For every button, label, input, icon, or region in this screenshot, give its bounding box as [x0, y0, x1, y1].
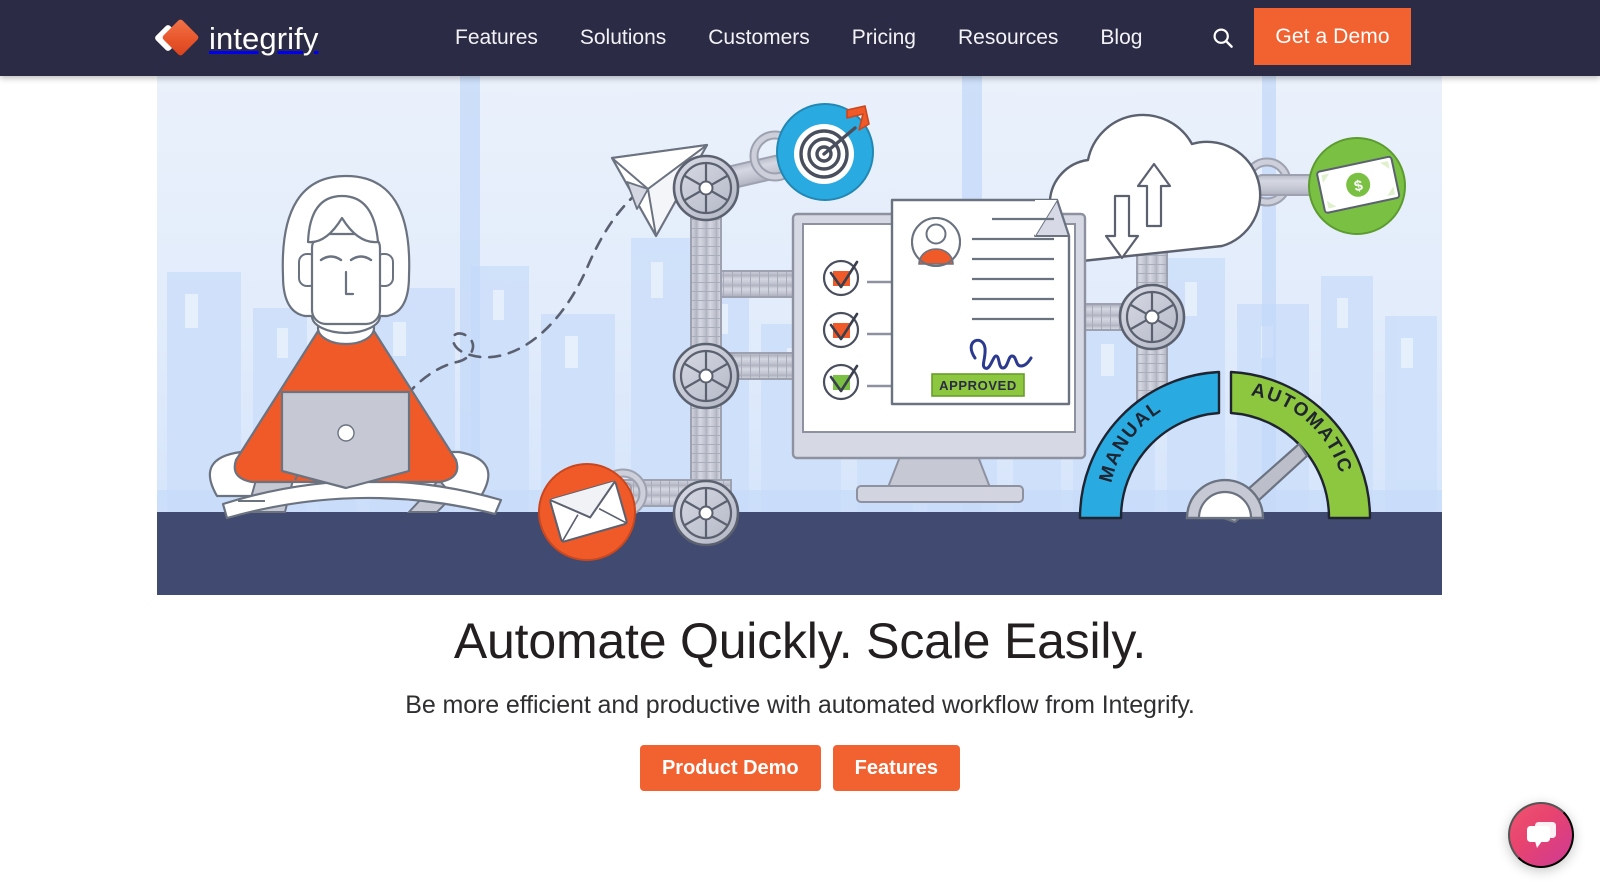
page-title: Automate Quickly. Scale Easily. — [453, 613, 1147, 669]
gear-mid-right — [1118, 283, 1186, 351]
nav-item-customers[interactable]: Customers — [687, 0, 831, 76]
chat-bubble-icon — [1527, 822, 1556, 848]
gear-bottom-left — [672, 479, 740, 547]
document-avatar — [911, 217, 961, 267]
email-badge — [538, 463, 636, 561]
gear-mid-left — [672, 342, 740, 410]
nav-item-features[interactable]: Features — [455, 0, 559, 76]
page-subtitle: Be more efficient and productive with au… — [405, 691, 1195, 719]
search-button[interactable] — [1206, 21, 1240, 55]
integrify-diamond-logo-icon — [153, 18, 200, 57]
hero-copy: Automate Quickly. Scale Easily. Be more … — [0, 595, 1600, 791]
target-badge — [776, 103, 874, 201]
nav-item-blog[interactable]: Blog — [1079, 0, 1163, 76]
chat-widget-button[interactable] — [1508, 802, 1574, 868]
nav-item-solutions[interactable]: Solutions — [559, 0, 687, 76]
hero-cta-group: Product Demo Features — [0, 745, 1600, 791]
site-header: integrify Features Solutions Customers P… — [0, 0, 1600, 76]
get-a-demo-button[interactable]: Get a Demo — [1254, 8, 1411, 65]
features-button[interactable]: Features — [832, 745, 961, 791]
approved-stamp-label: APPROVED — [939, 378, 1017, 393]
main-navigation: Features Solutions Customers Pricing Res… — [455, 0, 1163, 76]
gear-top-left — [672, 154, 740, 222]
floor — [157, 512, 1442, 595]
hero-illustration: $ APPROVED MANUAL AUTOMATIC — [157, 76, 1442, 595]
workflow-automation-graphic: $ APPROVED MANUAL AUTOMATIC — [157, 76, 1442, 595]
product-demo-button[interactable]: Product Demo — [639, 745, 821, 791]
money-badge: $ — [1308, 137, 1406, 235]
search-icon — [1213, 28, 1233, 48]
site-logo[interactable]: integrify — [153, 18, 319, 57]
nav-item-pricing[interactable]: Pricing — [831, 0, 937, 76]
nav-item-resources[interactable]: Resources — [937, 0, 1079, 76]
approval-document: APPROVED — [890, 198, 1071, 406]
logo-wordmark: integrify — [209, 20, 319, 56]
